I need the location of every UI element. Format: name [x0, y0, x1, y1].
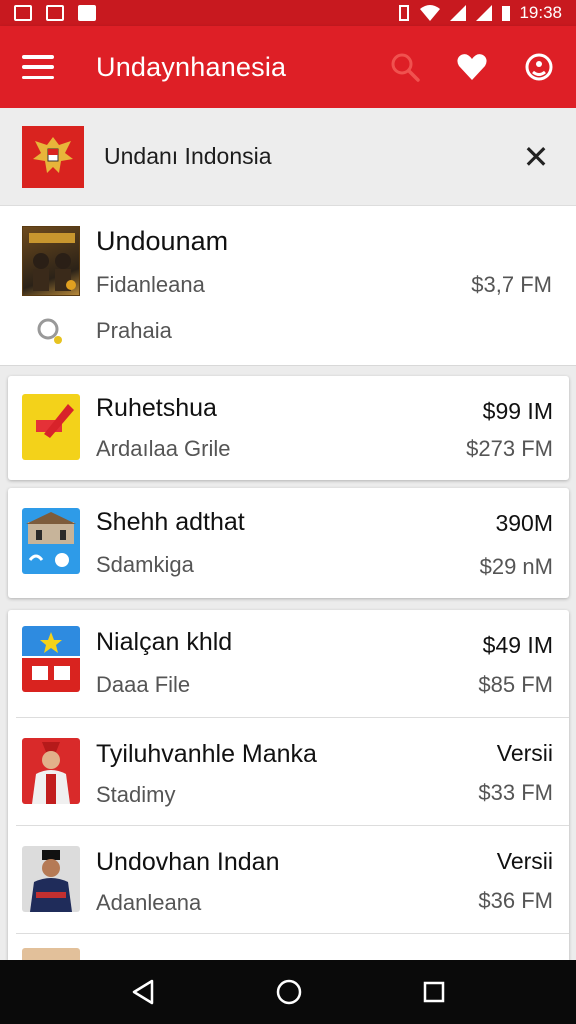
item-price: $33 FM — [478, 780, 553, 805]
list-card[interactable]: Shehh adthat Sdamkiga 390M $29 nM — [8, 488, 569, 598]
item-price: $36 FM — [478, 888, 553, 913]
app-thumbnail — [22, 394, 80, 460]
item-price: $29 nM — [479, 554, 553, 579]
featured-thumbnail — [22, 226, 80, 296]
item-title: Undovhan Indan — [96, 848, 280, 876]
divider — [16, 933, 569, 934]
item-title: Nialçan khld — [96, 628, 233, 656]
item-size: $49 IM — [482, 632, 553, 658]
item-subtitle: Stadimy — [96, 782, 176, 807]
item-title: Shehh adthat — [96, 508, 245, 536]
notification-icon — [78, 5, 96, 21]
navigation-bar — [0, 960, 576, 1024]
featured-price: $3,7 FM — [471, 272, 552, 297]
item-size: 390M — [495, 510, 553, 536]
vibrate-icon — [399, 5, 410, 21]
item-version: Versii — [496, 848, 553, 874]
back-icon[interactable] — [130, 978, 156, 1006]
featured-subtitle: Fidanleana — [96, 272, 205, 297]
account-icon[interactable] — [524, 52, 554, 82]
app-bar: Undaynhanesia — [0, 26, 576, 108]
item-size: $99 IM — [482, 398, 553, 424]
app-thumbnail — [22, 626, 80, 692]
list-item[interactable]: Nialçan khld Daaa File $49 IM $85 FM — [8, 610, 569, 718]
recents-icon[interactable] — [422, 980, 446, 1004]
wifi-icon — [420, 5, 441, 21]
menu-icon[interactable] — [22, 55, 54, 79]
status-time: 19:38 — [519, 3, 562, 22]
search-icon[interactable] — [390, 52, 420, 82]
banner-title: Undanı Indonsia — [104, 143, 272, 169]
search-icon — [36, 316, 66, 353]
item-subtitle: Sdamkiga — [96, 552, 194, 577]
close-button[interactable]: ✕ — [518, 138, 554, 176]
item-subtitle: Ardaılaa Grile — [96, 436, 231, 461]
battery-icon — [502, 6, 511, 21]
featured-title: Undounam — [96, 226, 229, 256]
signal-icon — [476, 5, 493, 21]
list-card[interactable]: Ruhetshua Ardaılaa Grile $99 IM $273 FM — [8, 376, 569, 480]
notification-icon — [14, 5, 32, 21]
app-title: Undaynhanesia — [96, 51, 287, 82]
garuda-emblem-icon — [22, 125, 84, 188]
list-item[interactable]: Undovhan Indan Adanleana Versii $36 FM — [8, 826, 569, 934]
item-price: $85 FM — [478, 672, 553, 697]
banner[interactable]: Undanı Indonsia ✕ — [0, 108, 576, 206]
list-item[interactable]: Tyiluhvanhle Manka Stadimy Versii $33 FM — [8, 718, 569, 826]
signal-icon — [450, 5, 467, 21]
app-thumbnail — [22, 738, 80, 804]
featured-tag: Prahaia — [96, 318, 172, 343]
item-subtitle: Adanleana — [96, 890, 202, 915]
home-icon[interactable] — [275, 978, 303, 1006]
item-title: Ruhetshua — [96, 394, 217, 422]
item-title: Tyiluhvanhle Manka — [96, 740, 317, 768]
item-subtitle: Daaa File — [96, 672, 191, 697]
notification-icon — [46, 5, 64, 21]
item-price: $273 FM — [466, 436, 553, 461]
status-bar: 19:38 — [0, 0, 576, 26]
list-group: Nialçan khld Daaa File $49 IM $85 FM Tyi… — [8, 610, 569, 962]
featured-item[interactable]: Undounam Fidanleana $3,7 FM Prahaia — [0, 206, 576, 366]
app-thumbnail — [22, 846, 80, 912]
app-thumbnail — [22, 508, 80, 574]
heart-icon[interactable] — [456, 52, 488, 82]
item-version: Versii — [496, 740, 553, 766]
